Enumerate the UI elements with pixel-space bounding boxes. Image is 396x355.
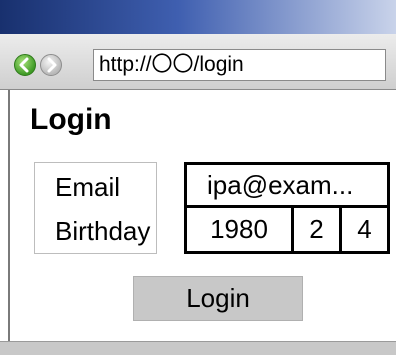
back-arrow-icon: [19, 57, 29, 73]
address-bar[interactable]: http://〇〇/login: [93, 49, 386, 81]
birth-day-field[interactable]: 4: [342, 208, 387, 251]
email-label: Email: [55, 172, 121, 202]
form-labels: Email Birthday: [34, 162, 157, 254]
forward-arrow-icon: [47, 57, 57, 73]
forward-button[interactable]: [40, 54, 62, 76]
login-button[interactable]: Login: [133, 276, 303, 321]
back-button[interactable]: [14, 54, 36, 76]
form-fields: ipa@exam... 1980 2 4: [184, 162, 390, 254]
status-bar: [0, 341, 396, 355]
birth-year-field[interactable]: 1980: [187, 208, 294, 251]
birth-month-field[interactable]: 2: [294, 208, 342, 251]
birthday-label: Birthday: [55, 216, 151, 246]
browser-window: http://〇〇/login Login Email Birthday ipa…: [0, 0, 396, 355]
window-title-bar: [0, 0, 396, 34]
navigation-bar: http://〇〇/login: [0, 34, 396, 90]
email-field[interactable]: ipa@exam...: [187, 165, 387, 208]
page-content: Login Email Birthday ipa@exam... 1980 2 …: [8, 90, 396, 341]
page-title: Login: [30, 103, 112, 136]
